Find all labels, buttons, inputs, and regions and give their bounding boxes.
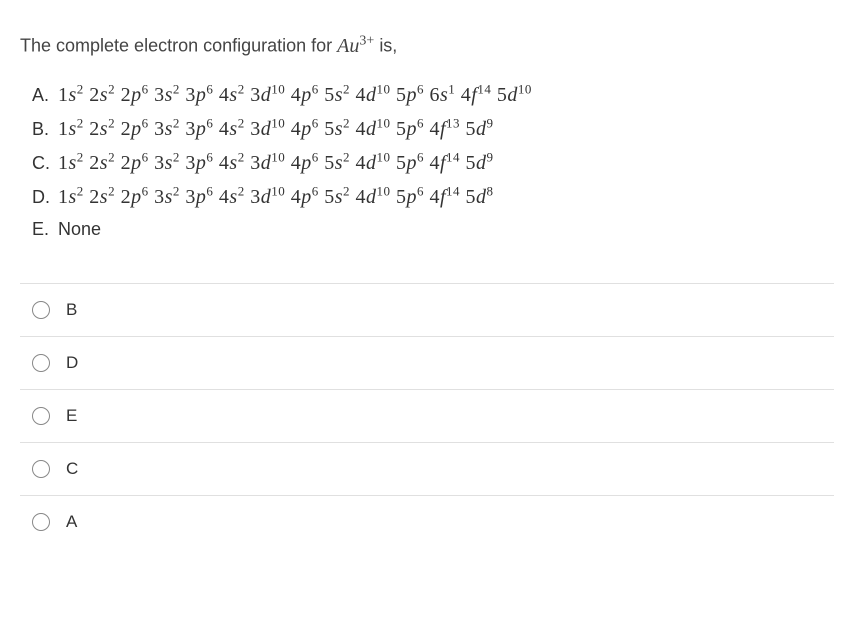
radio-option-a[interactable]: A <box>20 496 834 548</box>
question-prefix: The complete electron configuration for <box>20 36 337 56</box>
config-c: 1s2 2s2 2p6 3s2 3p6 4s2 3d10 4p6 5s2 4d1… <box>58 147 494 179</box>
radio-icon <box>32 460 50 478</box>
radio-icon <box>32 301 50 319</box>
config-d: 1s2 2s2 2p6 3s2 3p6 4s2 3d10 4p6 5s2 4d1… <box>58 181 494 213</box>
species: Au3+ <box>337 35 374 57</box>
config-b: 1s2 2s2 2p6 3s2 3p6 4s2 3d10 4p6 5s2 4d1… <box>58 113 494 145</box>
question-prompt: The complete electron configuration for … <box>20 30 834 61</box>
radio-option-d[interactable]: D <box>20 337 834 390</box>
radio-option-e[interactable]: E <box>20 390 834 443</box>
answer-choices: A. 1s2 2s2 2p6 3s2 3p6 4s2 3d10 4p6 5s2 … <box>32 79 834 244</box>
radio-icon <box>32 354 50 372</box>
radio-icon <box>32 407 50 425</box>
radio-option-c[interactable]: C <box>20 443 834 496</box>
choice-a: A. 1s2 2s2 2p6 3s2 3p6 4s2 3d10 4p6 5s2 … <box>32 79 834 111</box>
choice-c: C. 1s2 2s2 2p6 3s2 3p6 4s2 3d10 4p6 5s2 … <box>32 147 834 179</box>
config-e: None <box>58 215 101 244</box>
radio-options: B D E C A <box>20 283 834 548</box>
question-suffix: is, <box>379 36 397 56</box>
choice-b: B. 1s2 2s2 2p6 3s2 3p6 4s2 3d10 4p6 5s2 … <box>32 113 834 145</box>
config-a: 1s2 2s2 2p6 3s2 3p6 4s2 3d10 4p6 5s2 4d1… <box>58 79 532 111</box>
radio-icon <box>32 513 50 531</box>
choice-e: E. None <box>32 215 834 244</box>
radio-option-b[interactable]: B <box>20 284 834 337</box>
choice-d: D. 1s2 2s2 2p6 3s2 3p6 4s2 3d10 4p6 5s2 … <box>32 181 834 213</box>
